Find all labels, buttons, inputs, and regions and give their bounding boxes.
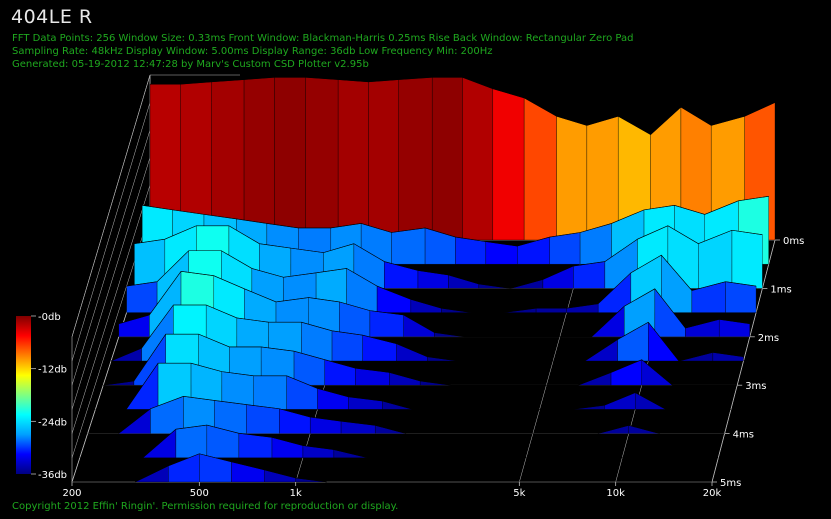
colorbar-label: -36db [38, 470, 67, 481]
colorbar-label: -24db [38, 417, 67, 428]
slice-segment [410, 299, 442, 313]
slice-segment [362, 334, 397, 362]
frequency-axis: 200 500 1k 5k 10k 20k [62, 482, 721, 499]
slice-segment [432, 77, 463, 241]
slice-segment [712, 352, 744, 362]
slice-segment [556, 116, 588, 241]
x-tick-label: 500 [190, 488, 209, 499]
slice-segment [549, 232, 581, 265]
slice-segment [462, 77, 493, 241]
slice-segment [355, 367, 390, 386]
x-tick-label: 10k [606, 488, 625, 499]
slice-segment [253, 375, 287, 410]
waterfall-slices [72, 76, 776, 483]
slice-segment [274, 77, 306, 241]
slice-segment [376, 285, 412, 313]
time-tick-label: 1ms [770, 284, 791, 295]
slice-segment [403, 314, 435, 337]
slice-segment [368, 79, 399, 241]
slice-segment [175, 424, 208, 458]
slice-segment [492, 88, 525, 241]
slice-segment [586, 116, 619, 241]
slice-segment [118, 314, 150, 337]
slice-segment [243, 77, 275, 241]
slice-segment [384, 261, 419, 289]
waterfall-plot: 200 500 1k 5k 10k 20k 0ms 1ms 2ms 3ms 4ms 5ms -0db… [16, 74, 804, 499]
slice-segment [685, 319, 720, 337]
time-tick-label: 5ms [720, 478, 741, 489]
colorbar-label: -12db [38, 365, 67, 376]
time-tick-label: 0ms [783, 236, 804, 247]
slice-segment [279, 408, 311, 434]
slice-segment [535, 308, 567, 313]
slice-segment [731, 230, 763, 289]
x-tick-label: 1k [290, 488, 302, 499]
slice-segment [310, 416, 342, 434]
time-tick-label: 4ms [733, 430, 754, 441]
time-tick-label: 2ms [758, 333, 779, 344]
slice-segment [417, 270, 449, 289]
slice-segment [317, 388, 349, 410]
slice-segment [517, 236, 550, 265]
color-scale-legend: -0db -12db -24db -36db [16, 312, 67, 481]
copyright-notice: Copyright 2012 Effin' Ringin'. Permissio… [12, 501, 399, 512]
slice-segment [610, 359, 642, 386]
slice-segment [391, 227, 426, 265]
colorbar-label: -0db [38, 312, 61, 323]
slice-segment [264, 469, 296, 483]
slice-segment [396, 343, 428, 362]
slice-segment [725, 281, 757, 313]
slice-segment [246, 404, 280, 434]
slice-segment [271, 437, 304, 458]
x-tick-label: 5k [513, 488, 525, 499]
slice-segment [305, 77, 339, 241]
slice-segment [523, 97, 557, 241]
color-scale-bar [16, 316, 31, 474]
slice-segment [126, 281, 158, 313]
x-tick-label: 200 [62, 488, 81, 499]
slice-segment [337, 79, 369, 241]
slice-segment [231, 461, 265, 483]
time-tick-label: 3ms [745, 381, 766, 392]
slice-segment [168, 453, 200, 483]
slice-segment [324, 359, 356, 386]
slice-segment [604, 392, 636, 410]
slice-segment [566, 303, 599, 313]
slice-segment [331, 330, 363, 362]
x-tick-label: 20k [703, 488, 722, 499]
slice-segment [389, 372, 421, 386]
slice-segment [398, 77, 433, 241]
slice-segment [719, 319, 750, 337]
slice-segment [448, 274, 480, 289]
slice-segment [485, 241, 518, 265]
